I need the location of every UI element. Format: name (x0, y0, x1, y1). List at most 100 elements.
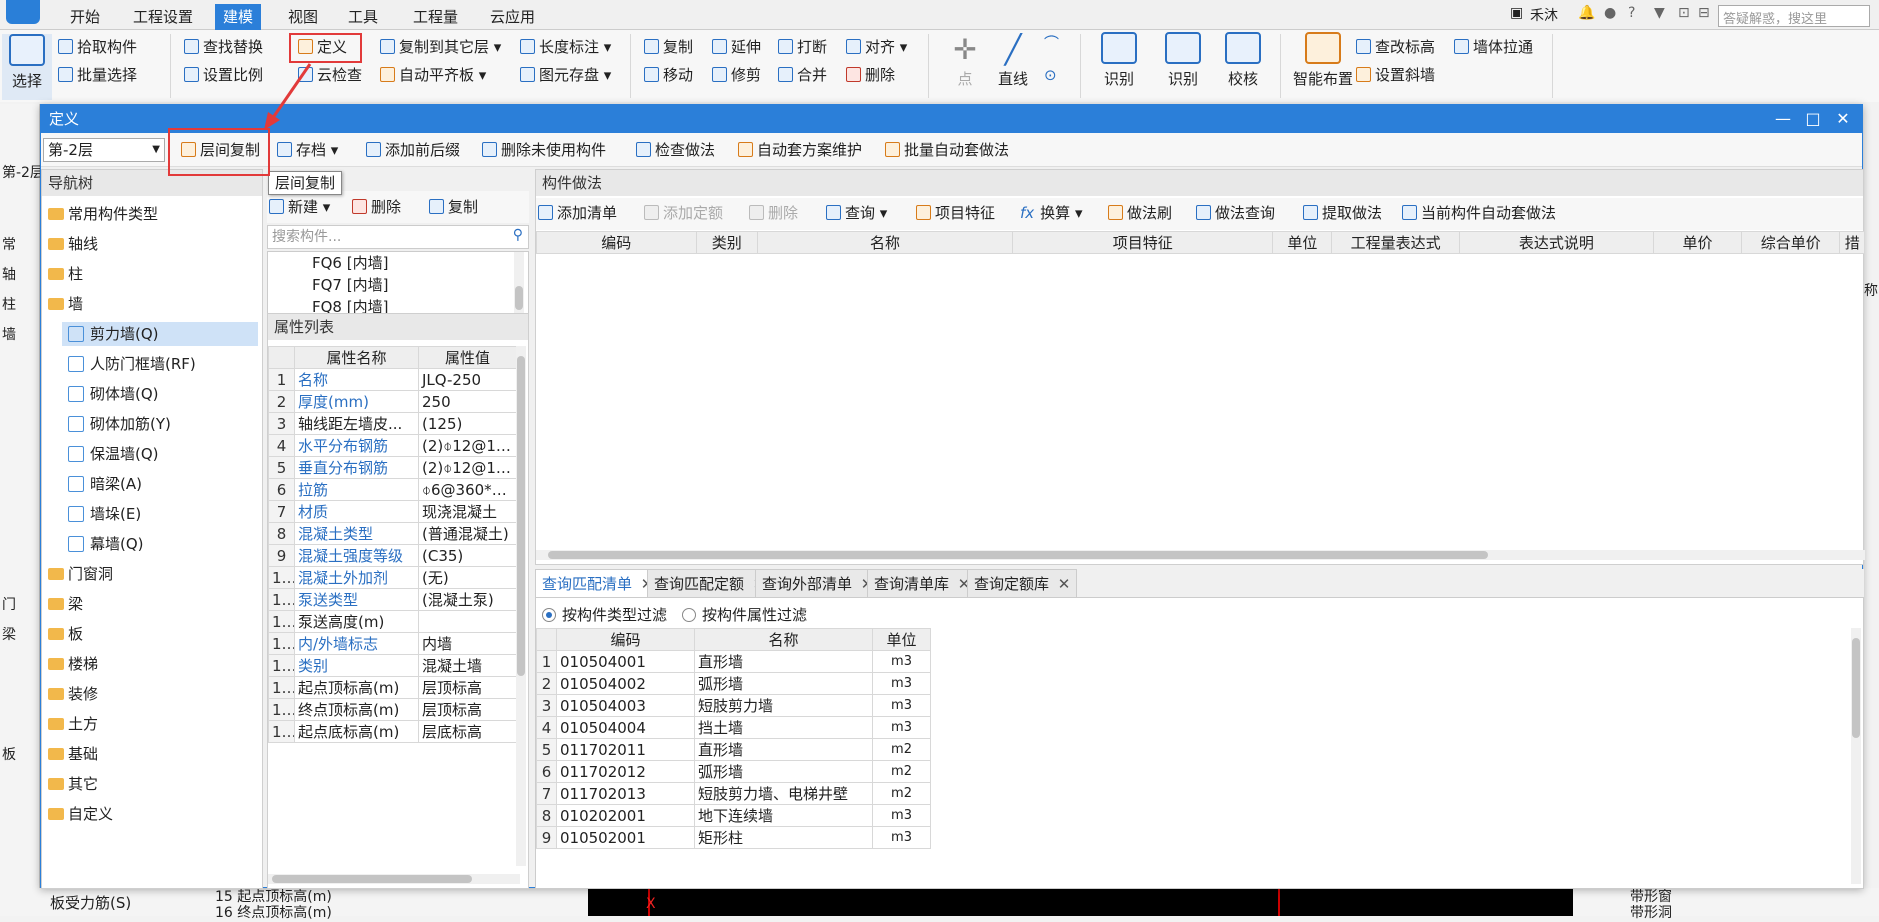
property-value[interactable]: 层底标高 (418, 720, 517, 743)
property-value[interactable]: 层顶标高 (418, 698, 517, 721)
drawing-canvas[interactable]: X (588, 888, 1573, 916)
add-list-button[interactable]: 添加清单 (538, 202, 617, 224)
trim-button[interactable]: 修剪 (712, 64, 761, 86)
user-name[interactable]: 禾沐 (1530, 5, 1558, 25)
add-quota-button[interactable]: 添加定额 (644, 202, 723, 224)
check-elevation-button[interactable]: 查改标高 (1356, 36, 1435, 58)
nav-column[interactable]: 柱 (2, 294, 16, 314)
table-row[interactable]: 16 终点顶标高(m) 层顶标高 (268, 698, 517, 721)
line-button[interactable]: ╱ 直线 (988, 32, 1038, 100)
query-tab[interactable]: 查询匹配定额 ✕ (647, 569, 773, 597)
table-row[interactable]: 8 010202001 地下连续墙 m3 (536, 804, 931, 827)
nav-item[interactable]: 砌体加筋(Y) (62, 412, 258, 436)
property-hscroll[interactable] (268, 874, 520, 884)
property-scrollbar[interactable] (516, 346, 526, 866)
table-row[interactable]: 5 011702011 直形墙 m2 (536, 738, 931, 761)
circle-icon[interactable]: ⊙ (1044, 64, 1057, 86)
nav-folder[interactable]: 常用构件类型 (48, 202, 258, 226)
property-value[interactable]: 现浇混凝土 (418, 500, 517, 523)
tab-quantity[interactable]: 工程量 (405, 6, 466, 30)
table-row[interactable]: 12 泵送高度(m) (268, 610, 517, 633)
new-component-button[interactable]: 新建 ▾ (269, 196, 330, 218)
set-slope-button[interactable]: 设置斜墙 (1356, 64, 1435, 86)
extend-button[interactable]: 延伸 (712, 36, 761, 58)
nav-item[interactable]: 幕墙(Q) (62, 532, 258, 556)
nav-folder[interactable]: 其它 (48, 772, 258, 796)
nav-item[interactable]: 保温墙(Q) (62, 442, 258, 466)
table-row[interactable]: 2 厚度(mm) 250 (268, 390, 517, 413)
maximize-button[interactable]: □ (1798, 105, 1828, 133)
nav-folder[interactable]: 自定义 (48, 802, 258, 826)
query-tab[interactable]: 查询匹配清单 ✕ (535, 569, 661, 597)
table-row[interactable]: 5 垂直分布钢筋 (2)⌽12@180 (268, 456, 517, 479)
query-tab[interactable]: 查询外部清单 ✕ (755, 569, 881, 597)
help-search-input[interactable]: 答疑解惑，搜这里 (1718, 5, 1870, 27)
table-row[interactable]: 13 内/外墙标志 内墙 (268, 632, 517, 655)
table-row[interactable]: 1 010504001 直形墙 m3 (536, 650, 931, 673)
tab-start[interactable]: 开始 (62, 6, 108, 30)
table-row[interactable]: 3 010504003 短肢剪力墙 m3 (536, 694, 931, 717)
nav-item[interactable]: 砌体墙(Q) (62, 382, 258, 406)
move-button[interactable]: 移动 (644, 64, 693, 86)
extract-method-button[interactable]: 提取做法 (1303, 202, 1382, 224)
point-button[interactable]: ✛ 点 (940, 32, 990, 100)
tab-view[interactable]: 视图 (280, 6, 326, 30)
copy-component-button[interactable]: 复制 (429, 196, 478, 218)
table-row[interactable]: 10 混凝土外加剂 (无) (268, 566, 517, 589)
component-search-input[interactable]: 搜索构件... (267, 225, 529, 249)
tab-tools[interactable]: 工具 (340, 6, 386, 30)
property-value[interactable]: 混凝土墙 (418, 654, 517, 677)
property-value[interactable]: (125) (418, 412, 517, 435)
search-icon[interactable]: ⚲ (513, 227, 523, 243)
table-row[interactable]: 14 类别 混凝土墙 (268, 654, 517, 677)
nav-folder[interactable]: 梁 (48, 592, 258, 616)
table-row[interactable]: 11 泵送类型 (混凝土泵) (268, 588, 517, 611)
method-query-button[interactable]: 做法查询 (1196, 202, 1275, 224)
tab-cloud[interactable]: 云应用 (482, 6, 543, 30)
nav-folder[interactable]: 土方 (48, 712, 258, 736)
auto-scheme-button[interactable]: 自动套方案维护 (738, 139, 862, 161)
pick-component-button[interactable]: 拾取构件 (58, 36, 137, 58)
floor-label[interactable]: 第-2层 (2, 162, 44, 182)
method-hscroll[interactable] (536, 550, 1865, 560)
set-ratio-button[interactable]: 设置比例 (184, 64, 263, 86)
query-button[interactable]: 查询 ▾ (826, 202, 887, 224)
property-value[interactable]: ⌽6@360*360 (418, 478, 517, 501)
table-row[interactable]: 4 010504004 挡土墙 m3 (536, 716, 931, 739)
select-button[interactable]: 选择 (2, 34, 52, 100)
query-scrollbar[interactable] (1851, 628, 1861, 884)
verify-button[interactable]: 校核 (1218, 32, 1268, 100)
nav-item[interactable]: 人防门框墙(RF) (62, 352, 258, 376)
slab-rebar-label[interactable]: 板受力筋(S) (50, 892, 131, 913)
chat-icon[interactable]: ● (1604, 5, 1616, 21)
drawing-save-button[interactable]: 图元存盘 ▾ (520, 64, 611, 86)
list-item[interactable]: FQ6 [内墙] (312, 252, 388, 274)
property-value[interactable]: 250 (418, 390, 517, 413)
wall-stretch-button[interactable]: 墙体拉通 (1454, 36, 1533, 58)
table-row[interactable]: 6 拉筋 ⌽6@360*360 (268, 478, 517, 501)
table-row[interactable]: 9 010502001 矩形柱 m3 (536, 826, 931, 849)
nav-folder[interactable]: 柱 (48, 262, 258, 286)
nav-beam[interactable]: 梁 (2, 624, 16, 644)
nav-folder[interactable]: 楼梯 (48, 652, 258, 676)
nav-folder[interactable]: 装修 (48, 682, 258, 706)
merge-button[interactable]: 合并 (778, 64, 827, 86)
smart-layout-button[interactable]: 智能布置 (1288, 32, 1358, 100)
delete-component-button[interactable]: 删除 (352, 196, 401, 218)
property-value[interactable]: (C35) (418, 544, 517, 567)
item-feature-button[interactable]: 项目特征 (916, 202, 995, 224)
cloud-check-button[interactable]: 云检查 (298, 64, 362, 86)
query-tab[interactable]: 查询定额库 ✕ (967, 569, 1078, 597)
nav-item[interactable]: 墙垛(E) (62, 502, 258, 526)
nav-wall[interactable]: 墙 (2, 324, 16, 344)
nav-folder[interactable]: 门窗洞 (48, 562, 258, 586)
copy-button[interactable]: 复制 (644, 36, 693, 58)
identify-button-2[interactable]: 识别 (1158, 32, 1208, 100)
copy-to-floor-button[interactable]: 复制到其它层 ▾ (380, 36, 501, 58)
property-value[interactable]: (无) (418, 566, 517, 589)
nav-item[interactable]: 暗梁(A) (62, 472, 258, 496)
property-value[interactable]: (普通混凝土) (418, 522, 517, 545)
bell-icon[interactable]: 🔔 (1578, 5, 1595, 21)
table-row[interactable]: 7 材质 现浇混凝土 (268, 500, 517, 523)
break-button[interactable]: 打断 (778, 36, 827, 58)
